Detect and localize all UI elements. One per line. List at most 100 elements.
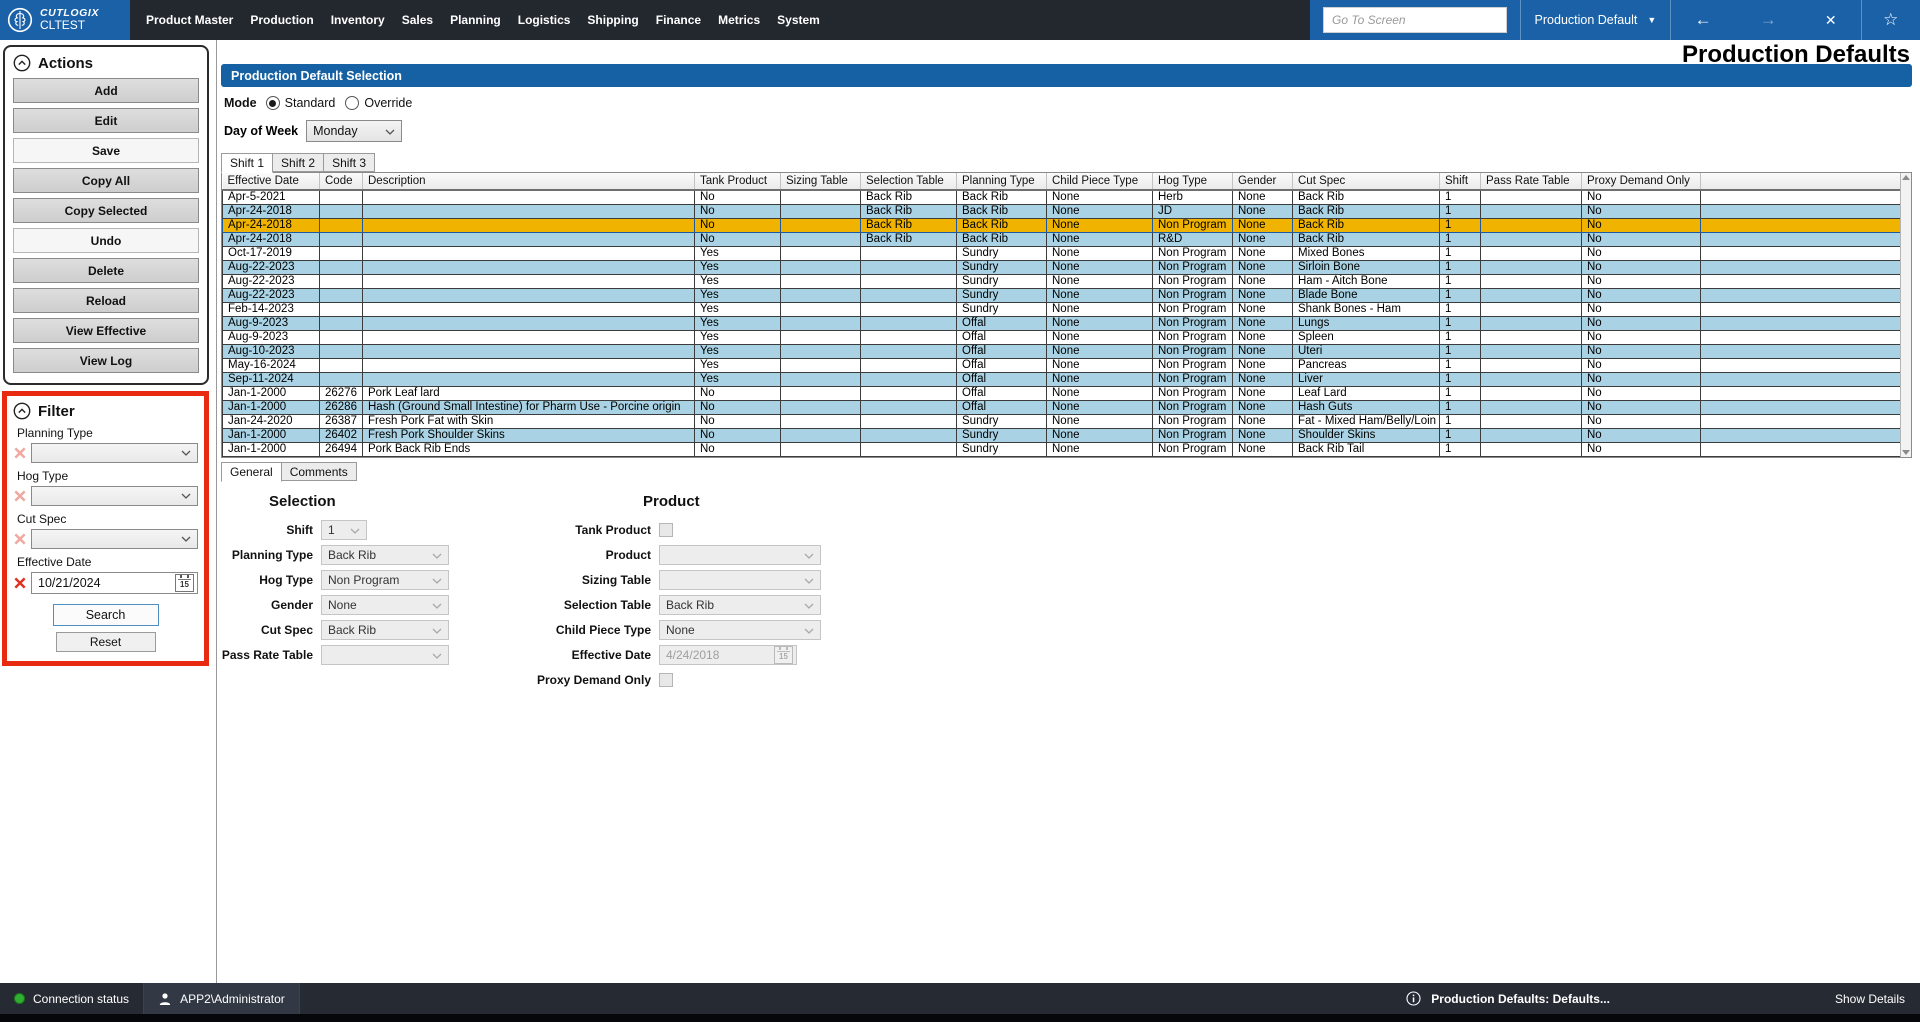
copy-selected-button[interactable]: Copy Selected xyxy=(13,198,199,223)
search-button[interactable]: Search xyxy=(53,604,159,626)
column-header-selection-table[interactable]: Selection Table xyxy=(861,173,957,190)
close-screen-button[interactable]: ✕ xyxy=(1825,12,1837,29)
screen-selector-dropdown[interactable]: Production Default ▼ xyxy=(1521,13,1669,27)
selection-table-dropdown[interactable]: Back Rib xyxy=(659,595,821,615)
scrollbar-up-icon[interactable] xyxy=(1902,175,1910,180)
proxy-demand-only-checkbox[interactable] xyxy=(659,673,673,687)
menu-inventory[interactable]: Inventory xyxy=(331,13,385,27)
grid-header-row: Effective DateCodeDescriptionTank Produc… xyxy=(223,173,1901,190)
vertical-scrollbar[interactable] xyxy=(1900,173,1911,457)
cut-spec-dropdown[interactable]: Back Rib xyxy=(321,620,449,640)
shift-tab-shift-3[interactable]: Shift 3 xyxy=(324,153,375,172)
column-header-child-piece-type[interactable]: Child Piece Type xyxy=(1047,173,1153,190)
view-effective-button[interactable]: View Effective xyxy=(13,318,199,343)
day-of-week-dropdown[interactable]: Monday xyxy=(306,120,402,142)
table-row[interactable]: Feb-14-2023YesSundryNoneNon ProgramNoneS… xyxy=(223,303,1901,317)
undo-button[interactable]: Undo xyxy=(13,228,199,253)
scrollbar-down-icon[interactable] xyxy=(1902,450,1910,455)
table-row[interactable]: Jan-1-200026402Fresh Pork Shoulder Skins… xyxy=(223,429,1901,443)
hog-type-dropdown[interactable]: Non Program xyxy=(321,570,449,590)
collapse-chevron-up-icon[interactable] xyxy=(13,402,31,420)
table-row[interactable]: Oct-17-2019YesSundryNoneNon ProgramNoneM… xyxy=(223,247,1901,261)
table-row[interactable]: Jan-24-202026387Fresh Pork Fat with Skin… xyxy=(223,415,1901,429)
column-header-pass-rate-table[interactable]: Pass Rate Table xyxy=(1481,173,1582,190)
pass-rate-table-dropdown[interactable] xyxy=(321,645,449,665)
table-row[interactable]: Apr-24-2018NoBack RibBack RibNoneR&DNone… xyxy=(223,233,1901,247)
table-row[interactable]: Jan-1-200026494Pork Back Rib EndsNoSundr… xyxy=(223,443,1901,457)
forward-arrow-button[interactable]: → xyxy=(1760,10,1777,30)
menu-system[interactable]: System xyxy=(777,13,820,27)
table-row[interactable]: Aug-22-2023YesSundryNoneNon ProgramNoneB… xyxy=(223,289,1901,303)
effective-date-filter-input[interactable]: 10/21/202415 xyxy=(31,572,198,594)
cut-spec-filter-dropdown[interactable] xyxy=(31,529,198,549)
table-row[interactable]: Aug-9-2023YesOffalNoneNon ProgramNoneLun… xyxy=(223,317,1901,331)
table-row[interactable]: Sep-11-2024YesOffalNoneNon ProgramNoneLi… xyxy=(223,373,1901,387)
show-details-button[interactable]: Show Details xyxy=(1835,992,1920,1006)
reload-button[interactable]: Reload xyxy=(13,288,199,313)
table-row[interactable]: Aug-22-2023YesSundryNoneNon ProgramNoneH… xyxy=(223,275,1901,289)
table-row-selected[interactable]: Apr-24-2018NoBack RibBack RibNoneNon Pro… xyxy=(223,219,1901,233)
table-row[interactable]: Aug-22-2023YesSundryNoneNon ProgramNoneS… xyxy=(223,261,1901,275)
calendar-icon[interactable]: 15 xyxy=(774,646,793,664)
planning-type-filter-dropdown[interactable] xyxy=(31,443,198,463)
menu-logistics[interactable]: Logistics xyxy=(518,13,571,27)
menu-metrics[interactable]: Metrics xyxy=(718,13,760,27)
child-piece-type-dropdown[interactable]: None xyxy=(659,620,821,640)
view-log-button[interactable]: View Log xyxy=(13,348,199,373)
clear-filter-icon[interactable] xyxy=(13,489,27,503)
column-header-code[interactable]: Code xyxy=(320,173,363,190)
back-arrow-button[interactable]: ← xyxy=(1695,10,1712,30)
menu-sales[interactable]: Sales xyxy=(402,13,433,27)
detail-tab-general[interactable]: General xyxy=(221,462,282,482)
menu-shipping[interactable]: Shipping xyxy=(587,13,638,27)
menu-planning[interactable]: Planning xyxy=(450,13,501,27)
column-header-description[interactable]: Description xyxy=(363,173,695,190)
menu-production[interactable]: Production xyxy=(250,13,313,27)
table-row[interactable]: Apr-24-2018NoBack RibBack RibNoneJDNoneB… xyxy=(223,205,1901,219)
detail-tab-comments[interactable]: Comments xyxy=(282,462,357,481)
go-to-screen-input[interactable] xyxy=(1323,7,1507,33)
column-header-shift[interactable]: Shift xyxy=(1440,173,1481,190)
menu-product-master[interactable]: Product Master xyxy=(146,13,233,27)
table-row[interactable]: Aug-9-2023YesOffalNoneNon ProgramNoneSpl… xyxy=(223,331,1901,345)
table-row[interactable]: Jan-1-200026276Pork Leaf lardNoOffalNone… xyxy=(223,387,1901,401)
add-button[interactable]: Add xyxy=(13,78,199,103)
mode-radio-standard[interactable]: Standard xyxy=(266,96,336,110)
gender-dropdown[interactable]: None xyxy=(321,595,449,615)
reset-button[interactable]: Reset xyxy=(56,632,156,652)
save-button[interactable]: Save xyxy=(13,138,199,163)
table-row[interactable]: May-16-2024YesOffalNoneNon ProgramNonePa… xyxy=(223,359,1901,373)
table-row[interactable]: Aug-10-2023YesOffalNoneNon ProgramNoneUt… xyxy=(223,345,1901,359)
favorite-star-button[interactable]: ☆ xyxy=(1862,10,1920,30)
sizing-table-dropdown[interactable] xyxy=(659,570,821,590)
copy-all-button[interactable]: Copy All xyxy=(13,168,199,193)
calendar-icon[interactable]: 15 xyxy=(175,574,194,592)
column-header-planning-type[interactable]: Planning Type xyxy=(957,173,1047,190)
delete-button[interactable]: Delete xyxy=(13,258,199,283)
tank-product-checkbox[interactable] xyxy=(659,523,673,537)
planning-type-dropdown[interactable]: Back Rib xyxy=(321,545,449,565)
effective-date-input[interactable]: 4/24/201815 xyxy=(659,645,797,665)
shift-dropdown[interactable]: 1 xyxy=(321,520,367,540)
column-header-tank-product[interactable]: Tank Product xyxy=(695,173,781,190)
product-dropdown[interactable] xyxy=(659,545,821,565)
table-row[interactable]: Jan-1-200026286Hash (Ground Small Intest… xyxy=(223,401,1901,415)
column-header-gender[interactable]: Gender xyxy=(1233,173,1293,190)
mode-radio-override[interactable]: Override xyxy=(345,96,412,110)
column-header-hog-type[interactable]: Hog Type xyxy=(1153,173,1233,190)
menu-finance[interactable]: Finance xyxy=(656,13,701,27)
shift-tab-shift-1[interactable]: Shift 1 xyxy=(221,153,273,173)
collapse-chevron-up-icon[interactable] xyxy=(13,54,31,72)
edit-button[interactable]: Edit xyxy=(13,108,199,133)
column-header-proxy-demand-only[interactable]: Proxy Demand Only xyxy=(1582,173,1701,190)
column-header-effective-date[interactable]: Effective Date xyxy=(223,173,320,190)
shift-tab-shift-2[interactable]: Shift 2 xyxy=(273,153,324,172)
hog-type-filter-dropdown[interactable] xyxy=(31,486,198,506)
clear-filter-icon[interactable] xyxy=(13,446,27,460)
column-header-sizing-table[interactable]: Sizing Table xyxy=(781,173,861,190)
column-header-cut-spec[interactable]: Cut Spec xyxy=(1293,173,1440,190)
table-row[interactable]: Apr-5-2021NoBack RibBack RibNoneHerbNone… xyxy=(223,190,1901,205)
clear-filter-icon[interactable] xyxy=(13,532,27,546)
current-user[interactable]: APP2\Administrator xyxy=(144,983,300,1014)
clear-filter-icon[interactable] xyxy=(13,576,27,590)
